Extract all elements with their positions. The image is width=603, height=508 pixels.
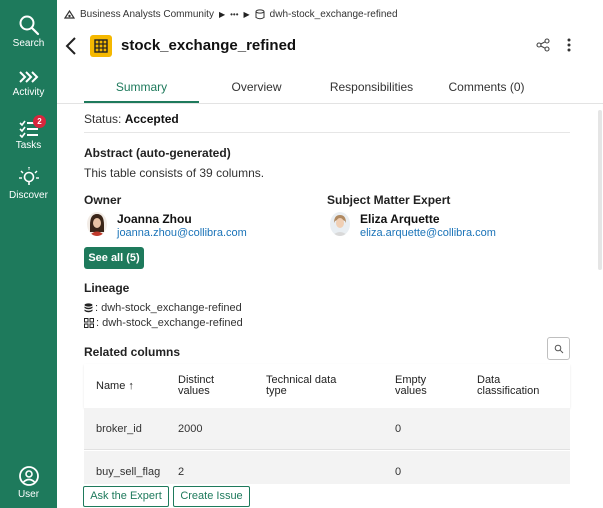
cell-name[interactable]: buy_sell_flag (96, 466, 160, 478)
cell-empty: 0 (395, 466, 402, 478)
avatar (330, 212, 350, 236)
table-asset-icon (90, 35, 112, 57)
column-header-type[interactable]: Technical data type (266, 375, 336, 397)
more-options-icon[interactable] (566, 37, 572, 53)
column-header-name[interactable]: Name ↑ (96, 381, 134, 392)
related-columns-heading: Related columns (84, 345, 181, 359)
nav-user[interactable]: User (0, 465, 57, 500)
cell-distinct: 2 (178, 466, 185, 478)
owner-name[interactable]: Joanna Zhou (117, 212, 192, 226)
avatar (87, 212, 107, 236)
schema-icon (84, 318, 94, 328)
sme-name[interactable]: Eliza Arquette (360, 212, 440, 226)
cell-empty: 0 (395, 423, 402, 435)
breadcrumb-separator-icon: ▶ (218, 10, 226, 19)
lineage-item-label: : dwh-stock_exchange-refined (96, 317, 243, 329)
sme-heading: Subject Matter Expert (327, 193, 451, 207)
tab-overview[interactable]: Overview (199, 72, 314, 103)
database-icon (255, 9, 265, 20)
nav-activity[interactable]: Activity (0, 70, 57, 98)
owner-email[interactable]: joanna.zhou@collibra.com (117, 227, 247, 239)
database-icon (84, 303, 93, 313)
tasks-count-badge: 2 (33, 115, 46, 128)
search-icon (554, 344, 564, 354)
nav-discover-label: Discover (9, 190, 48, 201)
back-arrow-icon[interactable] (64, 36, 78, 56)
community-icon (64, 9, 75, 19)
nav-tasks[interactable]: 2 Tasks (0, 115, 57, 151)
breadcrumb-ellipsis[interactable]: ••• (230, 10, 238, 19)
nav-user-label: User (17, 489, 40, 500)
divider (84, 132, 570, 133)
status-line: Status: Accepted (84, 112, 179, 126)
lineage-item[interactable]: : dwh-stock_exchange-refined (84, 317, 243, 329)
share-icon[interactable] (536, 38, 550, 52)
tab-comments[interactable]: Comments (0) (429, 72, 544, 103)
see-all-button[interactable]: See all (5) (84, 247, 144, 269)
chevrons-icon (18, 71, 38, 83)
sme-email[interactable]: eliza.arquette@collibra.com (360, 227, 496, 239)
lineage-heading: Lineage (84, 281, 130, 295)
nav-search[interactable]: Search (0, 14, 57, 49)
left-nav-rail: Search Activity 2 Tasks Discover User (0, 0, 57, 508)
tab-responsibilities[interactable]: Responsibilities (314, 72, 429, 103)
user-icon (18, 466, 39, 486)
table-row[interactable]: broker_id 2000 0 (84, 408, 570, 450)
nav-search-label: Search (12, 38, 45, 49)
lightbulb-icon (18, 167, 39, 185)
lineage-item-label: : dwh-stock_exchange-refined (95, 302, 242, 314)
status-label: Status: (84, 112, 122, 126)
column-search-button[interactable] (547, 337, 570, 360)
nav-discover[interactable]: Discover (0, 166, 57, 201)
create-issue-button[interactable]: Create Issue (173, 486, 250, 507)
cell-name[interactable]: broker_id (96, 423, 142, 435)
column-header-classification[interactable]: Data classification (477, 375, 539, 397)
breadcrumb-separator-icon: ▶ (243, 10, 250, 19)
scrollbar[interactable] (598, 110, 602, 270)
owner-heading: Owner (84, 193, 122, 207)
tabs-divider (57, 103, 603, 104)
nav-tasks-label: Tasks (15, 140, 42, 151)
breadcrumb-community[interactable]: Business Analysts Community (80, 9, 214, 20)
column-header-empty[interactable]: Empty values (395, 375, 427, 397)
tab-summary[interactable]: Summary (84, 72, 199, 103)
ask-expert-button[interactable]: Ask the Expert (83, 486, 169, 507)
cell-distinct: 2000 (178, 423, 203, 435)
breadcrumb: Business Analysts Community ▶ ••• ▶ dwh-… (64, 9, 398, 20)
abstract-heading: Abstract (auto-generated) (84, 146, 231, 160)
table-header: Name ↑ Distinct values Technical data ty… (84, 364, 570, 408)
asset-header: stock_exchange_refined (64, 32, 594, 60)
page-title: stock_exchange_refined (121, 37, 297, 54)
column-header-distinct[interactable]: Distinct values (178, 375, 214, 397)
tab-bar: Summary Overview Responsibilities Commen… (84, 72, 570, 103)
breadcrumb-current[interactable]: dwh-stock_exchange-refined (270, 9, 398, 20)
abstract-text: This table consists of 39 columns. (84, 166, 265, 180)
search-icon (19, 15, 39, 36)
lineage-item[interactable]: : dwh-stock_exchange-refined (84, 302, 242, 314)
footer-actions: Ask the Expert Create Issue (57, 484, 603, 508)
status-value: Accepted (124, 112, 179, 126)
nav-activity-label: Activity (12, 87, 45, 98)
